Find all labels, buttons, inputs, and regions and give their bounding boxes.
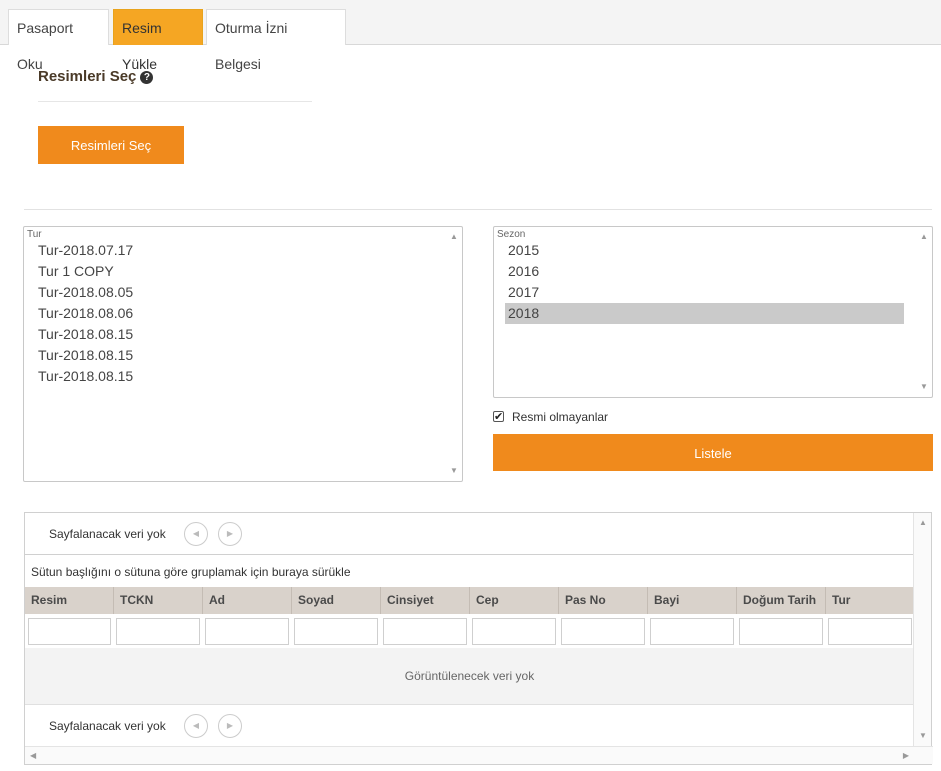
- filter-input-tur[interactable]: [828, 618, 912, 645]
- grid-empty-message: Görüntülenecek veri yok: [25, 648, 914, 704]
- sezon-item[interactable]: 2016: [505, 261, 904, 282]
- filter-input-pas-no[interactable]: [561, 618, 645, 645]
- listele-button[interactable]: Listele: [493, 434, 933, 471]
- scroll-down-arrow-icon[interactable]: ▼: [919, 732, 927, 740]
- grid-horizontal-scrollbar[interactable]: ◀ ▶: [25, 746, 933, 764]
- sezon-items: 2015 2016 2017 2018: [505, 240, 904, 324]
- grid-pager-top: Sayfalanacak veri yok ◀ ▶: [25, 513, 914, 555]
- tur-item[interactable]: Tur-2018.08.15: [35, 366, 434, 387]
- tur-listbox[interactable]: Tur Tur-2018.07.17 Tur 1 COPY Tur-2018.0…: [23, 226, 463, 482]
- filter-input-cep[interactable]: [472, 618, 556, 645]
- column-header-tur[interactable]: Tur: [826, 587, 914, 614]
- group-panel[interactable]: Sütun başlığını o sütuna göre gruplamak …: [25, 556, 914, 587]
- filter-input-tckn[interactable]: [116, 618, 200, 645]
- upload-title-text: Resimleri Seç: [38, 68, 137, 85]
- filter-input-resim[interactable]: [28, 618, 111, 645]
- prev-page-icon[interactable]: ◀: [184, 714, 208, 738]
- column-header-tckn[interactable]: TCKN: [114, 587, 203, 614]
- select-images-button[interactable]: Resimleri Seç: [38, 126, 184, 164]
- next-page-icon[interactable]: ▶: [218, 714, 242, 738]
- tur-legend: Tur: [27, 229, 42, 240]
- filter-input-ad[interactable]: [205, 618, 289, 645]
- column-header-soyad[interactable]: Soyad: [292, 587, 381, 614]
- scroll-up-arrow-icon[interactable]: ▲: [920, 233, 928, 241]
- pager-info: Sayfalanacak veri yok: [49, 719, 166, 733]
- tab-resim-yukle[interactable]: Resim Yükle: [113, 9, 203, 72]
- upload-section-title: Resimleri Seç?: [38, 68, 154, 85]
- section-divider: [24, 209, 932, 210]
- scroll-down-arrow-icon[interactable]: ▼: [920, 383, 928, 391]
- grid-pager-bottom: Sayfalanacak veri yok ◀ ▶: [25, 704, 914, 746]
- grid-vertical-scrollbar[interactable]: ▲ ▼: [913, 513, 931, 746]
- checkbox-label[interactable]: Resmi olmayanlar: [512, 410, 608, 424]
- sezon-item[interactable]: 2017: [505, 282, 904, 303]
- prev-page-icon[interactable]: ◀: [184, 522, 208, 546]
- next-page-icon[interactable]: ▶: [218, 522, 242, 546]
- question-circle-icon[interactable]: ?: [140, 71, 154, 84]
- sezon-scrollbar[interactable]: ▲ ▼: [915, 227, 932, 397]
- grid-filter-row: [25, 614, 914, 648]
- column-header-resim[interactable]: Resim: [25, 587, 114, 614]
- filter-input-soyad[interactable]: [294, 618, 378, 645]
- tur-item[interactable]: Tur 1 COPY: [35, 261, 434, 282]
- column-header-cep[interactable]: Cep: [470, 587, 559, 614]
- scroll-up-arrow-icon[interactable]: ▲: [919, 519, 927, 527]
- checkmark-icon: ✔: [494, 411, 504, 423]
- tur-items: Tur-2018.07.17 Tur 1 COPY Tur-2018.08.05…: [35, 240, 434, 387]
- tab-oturma-izni-belgesi[interactable]: Oturma İzni Belgesi: [206, 9, 346, 72]
- filter-input-cinsiyet[interactable]: [383, 618, 467, 645]
- column-header-ad[interactable]: Ad: [203, 587, 292, 614]
- filter-input-dogum-tarih[interactable]: [739, 618, 823, 645]
- scroll-right-arrow-icon[interactable]: ▶: [903, 752, 909, 760]
- tur-item[interactable]: Tur-2018.08.05: [35, 282, 434, 303]
- column-header-dogum-tarih[interactable]: Doğum Tarih: [737, 587, 826, 614]
- tur-item[interactable]: Tur-2018.08.15: [35, 324, 434, 345]
- scroll-down-arrow-icon[interactable]: ▼: [450, 467, 458, 475]
- grid-header-row: Resim TCKN Ad Soyad Cinsiyet Cep Pas No …: [25, 587, 914, 614]
- sezon-item-selected[interactable]: 2018: [505, 303, 904, 324]
- tab-pasaport-oku[interactable]: Pasaport Oku: [8, 9, 109, 72]
- sezon-legend: Sezon: [497, 229, 526, 240]
- filter-input-bayi[interactable]: [650, 618, 734, 645]
- column-header-cinsiyet[interactable]: Cinsiyet: [381, 587, 470, 614]
- scroll-left-arrow-icon[interactable]: ◀: [30, 752, 36, 760]
- column-header-bayi[interactable]: Bayi: [648, 587, 737, 614]
- pager-info: Sayfalanacak veri yok: [49, 527, 166, 541]
- column-header-pas-no[interactable]: Pas No: [559, 587, 648, 614]
- sezon-listbox[interactable]: Sezon 2015 2016 2017 2018 ▲ ▼: [493, 226, 933, 398]
- tur-item[interactable]: Tur-2018.08.06: [35, 303, 434, 324]
- tur-scrollbar[interactable]: ▲ ▼: [445, 227, 462, 481]
- title-divider: [38, 101, 312, 102]
- scroll-up-arrow-icon[interactable]: ▲: [450, 233, 458, 241]
- resmi-olmayanlar-option: ✔ Resmi olmayanlar: [493, 409, 608, 425]
- data-grid: Sayfalanacak veri yok ◀ ▶ Sütun başlığın…: [24, 512, 933, 765]
- tur-item[interactable]: Tur-2018.08.15: [35, 345, 434, 366]
- tab-bar: Pasaport Oku Resim Yükle Oturma İzni Bel…: [0, 0, 941, 72]
- resmi-olmayanlar-checkbox[interactable]: ✔: [493, 411, 504, 423]
- sezon-item[interactable]: 2015: [505, 240, 904, 261]
- tur-item[interactable]: Tur-2018.07.17: [35, 240, 434, 261]
